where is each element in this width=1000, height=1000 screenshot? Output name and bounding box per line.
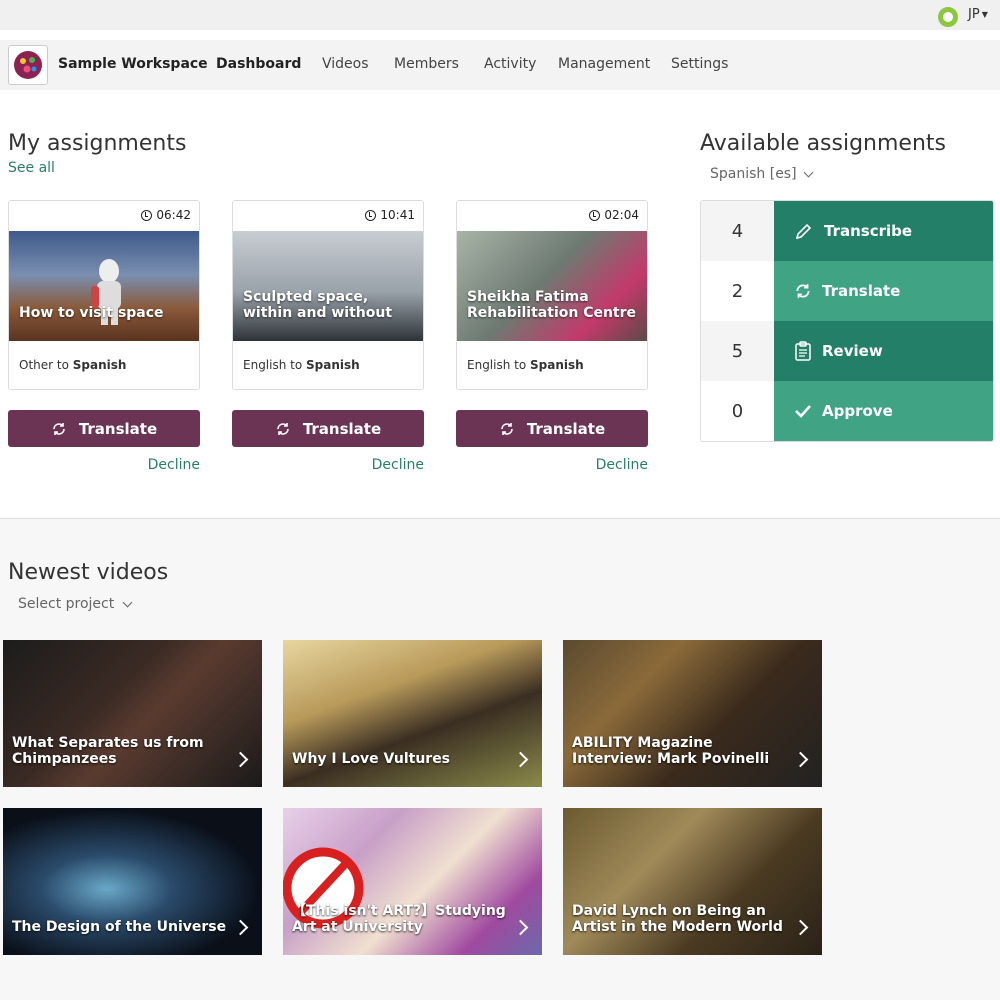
transcribe-button[interactable]: Transcribe xyxy=(774,201,993,261)
duration-text: 02:04 xyxy=(604,208,639,222)
assignment-title: Sculpted space, within and without xyxy=(243,289,393,321)
count: 2 xyxy=(701,261,774,321)
transcribe-row[interactable]: 4 Transcribe xyxy=(701,201,993,261)
chevron-right-icon xyxy=(792,919,809,936)
project-select[interactable]: Select project xyxy=(18,596,133,612)
workspace-name[interactable]: Sample Workspace xyxy=(58,56,208,72)
translate-button[interactable]: Translate xyxy=(8,410,200,447)
video-tile[interactable]: 【This isn't ART?】Studying Art at Univers… xyxy=(283,808,542,955)
duration: 10:41 xyxy=(365,208,415,222)
review-row[interactable]: 5 Review xyxy=(701,321,993,381)
translate-button[interactable]: Translate xyxy=(456,410,648,447)
chevron-down-icon xyxy=(803,167,814,177)
review-button[interactable]: Review xyxy=(774,321,993,381)
assignment-card[interactable]: 02:04 Sheikha Fatima Rehabilitation Cent… xyxy=(456,200,648,390)
language-select[interactable]: Spanish [es] xyxy=(710,166,814,182)
clock-icon xyxy=(589,209,601,221)
video-thumbnail: Sculpted space, within and without xyxy=(233,231,423,341)
decline-link[interactable]: Decline xyxy=(232,457,424,473)
see-all-link[interactable]: See all xyxy=(8,160,55,176)
assignment-title: How to visit space xyxy=(19,305,164,321)
video-title: What Separates us from Chimpanzees xyxy=(12,735,204,767)
available-assignments-title: Available assignments xyxy=(700,131,946,156)
translate-icon xyxy=(277,422,289,435)
nav-members[interactable]: Members xyxy=(394,56,459,72)
clock-icon xyxy=(365,209,377,221)
duration: 06:42 xyxy=(141,208,191,222)
video-tile[interactable]: The Design of the Universe xyxy=(3,808,262,955)
check-icon xyxy=(795,405,811,418)
decline-link[interactable]: Decline xyxy=(8,457,200,473)
count: 0 xyxy=(701,381,774,441)
translate-button[interactable]: Translate xyxy=(774,261,993,321)
translate-icon xyxy=(501,422,513,435)
nav-videos[interactable]: Videos xyxy=(322,56,369,72)
status-icon xyxy=(938,7,958,27)
video-thumbnail: Sheikha Fatima Rehabilitation Centre xyxy=(457,231,647,341)
duration-text: 10:41 xyxy=(380,208,415,222)
nav-dashboard[interactable]: Dashboard xyxy=(216,56,301,72)
video-thumbnail: How to visit space xyxy=(9,231,199,341)
language-pair: English to Spanish xyxy=(243,358,360,372)
language-pair: English to Spanish xyxy=(467,358,584,372)
logo-icon xyxy=(14,51,42,79)
video-tile[interactable]: What Separates us from Chimpanzees xyxy=(3,640,262,787)
duration: 02:04 xyxy=(589,208,639,222)
translate-button[interactable]: Translate xyxy=(232,410,424,447)
clipboard-icon xyxy=(795,341,811,361)
chevron-right-icon xyxy=(232,751,249,768)
video-title: David Lynch on Being an Artist in the Mo… xyxy=(572,903,783,935)
video-title: The Design of the Universe xyxy=(12,919,227,935)
pencil-icon xyxy=(795,223,812,240)
newest-videos-title: Newest videos xyxy=(8,560,169,585)
translate-row[interactable]: 2 Translate xyxy=(701,261,993,321)
video-tile[interactable]: ABILITY Magazine Interview: Mark Povinel… xyxy=(563,640,822,787)
translate-icon xyxy=(796,284,810,298)
approve-button[interactable]: Approve xyxy=(774,381,993,441)
nav-activity[interactable]: Activity xyxy=(484,56,536,72)
assignment-card[interactable]: 10:41 Sculpted space, within and without… xyxy=(232,200,424,390)
user-initials: JP xyxy=(968,7,980,22)
translate-icon xyxy=(53,422,65,435)
approve-row[interactable]: 0 Approve xyxy=(701,381,993,441)
assignment-card[interactable]: 06:42 How to visit space Other to Spanis… xyxy=(8,200,200,390)
assignment-title: Sheikha Fatima Rehabilitation Centre xyxy=(467,289,637,321)
chevron-right-icon xyxy=(512,751,529,768)
my-assignments-title: My assignments xyxy=(8,131,187,156)
chevron-right-icon xyxy=(232,919,249,936)
video-title: Why I Love Vultures xyxy=(292,751,451,767)
astronaut-image xyxy=(91,259,121,325)
video-title: 【This isn't ART?】Studying Art at Univers… xyxy=(292,903,506,935)
chevron-down-icon xyxy=(122,597,133,607)
user-menu[interactable]: JP ▼ xyxy=(968,7,988,22)
chevron-right-icon xyxy=(792,751,809,768)
nav-settings[interactable]: Settings xyxy=(671,56,728,72)
language-pair: Other to Spanish xyxy=(19,358,127,372)
clock-icon xyxy=(141,209,153,221)
nav-management[interactable]: Management xyxy=(558,56,650,72)
top-bar xyxy=(0,0,1000,30)
count: 4 xyxy=(701,201,774,261)
video-tile[interactable]: David Lynch on Being an Artist in the Mo… xyxy=(563,808,822,955)
duration-text: 06:42 xyxy=(156,208,191,222)
count: 5 xyxy=(701,321,774,381)
available-assignments-panel: 4 Transcribe 2 Translate 5 Review 0 Appr… xyxy=(700,200,994,442)
caret-down-icon: ▼ xyxy=(981,10,988,19)
video-title: ABILITY Magazine Interview: Mark Povinel… xyxy=(572,735,770,767)
workspace-logo[interactable] xyxy=(8,45,48,85)
decline-link[interactable]: Decline xyxy=(456,457,648,473)
video-tile[interactable]: Why I Love Vultures xyxy=(283,640,542,787)
